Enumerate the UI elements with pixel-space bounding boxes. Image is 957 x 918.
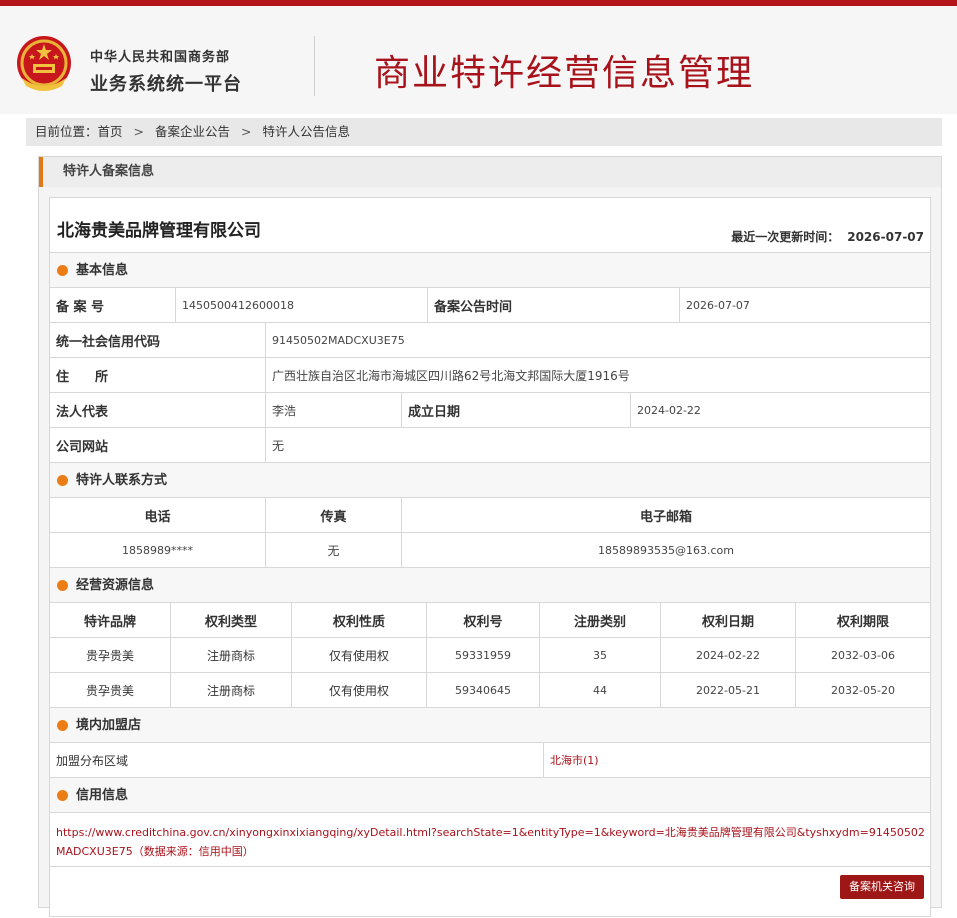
ministry-name: 中华人民共和国商务部 [90,50,231,65]
panel-title: 特许人备案信息 [39,157,941,187]
record-row: 备 案 号 1450500412600018 备案公告时间 2026-07-07 [50,287,930,322]
breadcrumb-current: 特许人公告信息 [262,124,351,139]
fax-value: 无 [265,533,401,567]
cell-right-type: 注册商标 [170,673,291,707]
cell-right-no: 59340645 [426,673,539,707]
stores-region-label: 加盟分布区域 [56,753,129,768]
header-divider [314,36,315,96]
col-reg-class: 注册类别 [539,603,660,637]
cell-brand: 贵孕贵美 [85,648,134,663]
cell-reg-class: 44 [539,673,660,707]
website-value: 无 [265,428,930,462]
breadcrumb-announcement-link[interactable]: 备案企业公告 [155,124,230,139]
cell-right-nature: 仅有使用权 [291,638,426,672]
record-no-value: 1450500412600018 [175,288,427,322]
last-updated-label: 最近一次更新时间： [731,230,840,244]
legal-rep-row: 法人代表 李浩 成立日期 2024-02-22 [50,392,930,427]
credit-china-link[interactable]: https://www.creditchina.gov.cn/xinyongxi… [56,823,926,861]
breadcrumb-prefix: 目前位置： [35,124,98,139]
section-title: 基本信息 [76,263,129,278]
credit-code-label: 统一社会信用代码 [56,334,161,350]
region-link[interactable]: 北海市(1) [550,752,599,768]
system-title: 商业特许经营信息管理 [374,53,755,94]
bullet-dot-icon [57,580,68,591]
breadcrumb-home-link[interactable]: 首页 [98,124,123,139]
cell-right-type: 注册商标 [170,638,291,672]
founded-label: 成立日期 [401,393,630,427]
cell-right-date: 2024-02-22 [660,638,795,672]
fax-header: 传真 [265,498,401,532]
breadcrumb-chevron-icon: > [133,124,145,139]
national-emblem-icon [17,36,71,91]
last-updated-value: 2026-07-07 [847,230,924,244]
credit-code-value: 91450502MADCXU3E75 [265,323,930,357]
franchisor-info-panel: 特许人备案信息 北海贵美品牌管理有限公司 最近一次更新时间： 2026-07-07… [38,156,942,917]
email-value: 18589893535@163.com [401,533,930,567]
contact-header-row: 电话 传真 电子邮箱 [50,497,930,532]
section-title: 经营资源信息 [76,578,155,593]
section-title: 境内加盟店 [76,718,142,733]
bullet-dot-icon [57,265,68,276]
breadcrumb-chevron-icon: > [241,124,252,139]
bullet-dot-icon [57,475,68,486]
address-label: 住 所 [56,369,109,385]
email-header: 电子邮箱 [401,498,930,532]
cell-brand: 贵孕贵美 [85,683,134,698]
address-row: 住 所 广西壮族自治区北海市海城区四川路62号北海文邦国际大厦1916号 [50,357,930,392]
site-header: 中华人民共和国商务部 业务系统统一平台 商业特许经营信息管理 [0,6,957,114]
cell-right-no: 59331959 [426,638,539,672]
credit-code-row: 统一社会信用代码 91450502MADCXU3E75 [50,322,930,357]
bullet-dot-icon [57,720,68,731]
address-value: 广西壮族自治区北海市海城区四川路62号北海文邦国际大厦1916号 [265,358,930,392]
table-row: 贵孕贵美 注册商标 仅有使用权 59331959 35 2024-02-22 2… [50,637,930,672]
announce-time-value: 2026-07-07 [679,288,930,322]
website-row: 公司网站 无 [50,427,930,462]
phone-header: 电话 [144,509,171,525]
action-row: 备案机关咨询 [50,866,930,918]
cell-right-nature: 仅有使用权 [291,673,426,707]
breadcrumb: 目前位置：首页 > 备案企业公告 > 特许人公告信息 [26,118,942,146]
consult-agency-button[interactable]: 备案机关咨询 [840,875,924,899]
resources-header-row: 特许品牌 权利类型 权利性质 权利号 注册类别 权利日期 权利期限 [50,602,930,637]
record-no-label: 备 案 号 [56,299,105,315]
company-card: 北海贵美品牌管理有限公司 最近一次更新时间： 2026-07-07 基本信息 备 … [49,197,931,917]
contact-value-row: 1858989**** 无 18589893535@163.com [50,532,930,567]
legal-rep-value: 李浩 [265,393,401,427]
founded-value: 2024-02-22 [630,393,930,427]
stores-region-value: 北海市(1) [543,743,930,777]
col-brand: 特许品牌 [83,614,136,630]
section-contact: 特许人联系方式 [50,462,930,497]
bullet-dot-icon [57,790,68,801]
stores-row: 加盟分布区域 北海市(1) [50,742,930,777]
cell-right-term: 2032-05-20 [795,673,930,707]
table-row: 贵孕贵美 注册商标 仅有使用权 59340645 44 2022-05-21 2… [50,672,930,707]
cell-right-date: 2022-05-21 [660,673,795,707]
company-name: 北海贵美品牌管理有限公司 [57,221,261,241]
section-credit: 信用信息 [50,777,930,812]
announce-time-label: 备案公告时间 [427,288,679,322]
credit-url-row: https://www.creditchina.gov.cn/xinyongxi… [50,812,930,866]
website-label: 公司网站 [56,439,109,455]
section-title: 信用信息 [76,788,129,803]
platform-name: 业务系统统一平台 [90,74,242,95]
last-updated: 最近一次更新时间： 2026-07-07 [731,228,924,245]
col-right-type: 权利类型 [170,603,291,637]
section-domestic-stores: 境内加盟店 [50,707,930,742]
phone-value: 1858989**** [122,543,193,557]
section-basic-info: 基本信息 [50,252,930,287]
section-title: 特许人联系方式 [76,473,168,488]
col-right-no: 权利号 [426,603,539,637]
section-resources: 经营资源信息 [50,567,930,602]
col-right-nature: 权利性质 [291,603,426,637]
col-right-date: 权利日期 [660,603,795,637]
col-right-term: 权利期限 [795,603,930,637]
cell-right-term: 2032-03-06 [795,638,930,672]
legal-rep-label: 法人代表 [56,404,109,420]
cell-reg-class: 35 [539,638,660,672]
